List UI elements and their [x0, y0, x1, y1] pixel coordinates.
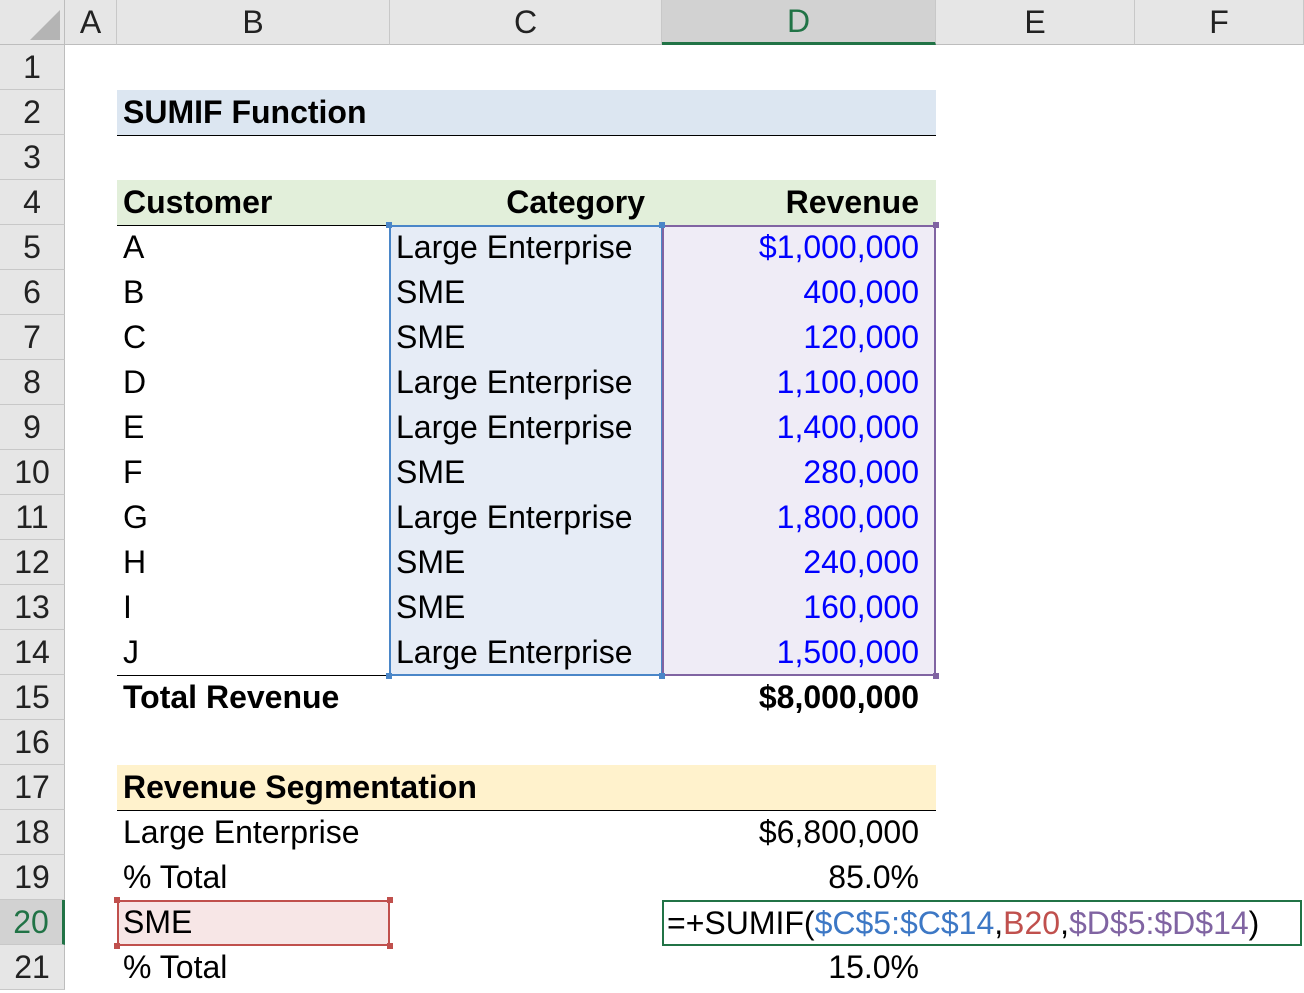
customer-cell[interactable]: D: [117, 360, 390, 405]
revenue-cell[interactable]: 1,500,000: [662, 630, 936, 675]
category-cell[interactable]: Large Enterprise: [390, 495, 662, 540]
row-header-8[interactable]: 8: [0, 360, 65, 405]
revenue-cell[interactable]: 160,000: [662, 585, 936, 630]
formula-ref-category-range[interactable]: $C$5:$C$14: [815, 905, 995, 941]
customer-cell[interactable]: F: [117, 450, 390, 495]
sme-label[interactable]: SME: [117, 900, 390, 945]
row-header-12[interactable]: 12: [0, 540, 65, 585]
row-header-13[interactable]: 13: [0, 585, 65, 630]
select-all-corner[interactable]: [0, 0, 65, 45]
row-header-15[interactable]: 15: [0, 675, 65, 720]
row-header-7[interactable]: 7: [0, 315, 65, 360]
category-cell[interactable]: SME: [390, 450, 662, 495]
select-all-triangle-icon: [30, 10, 60, 40]
row-header-14[interactable]: 14: [0, 630, 65, 675]
spreadsheet-grid[interactable]: A B C D E F 1 2 3 4 5 6 7 8 9 10 11 12 1…: [0, 0, 1304, 993]
row-header-20[interactable]: 20: [0, 900, 65, 945]
revenue-cell[interactable]: 1,800,000: [662, 495, 936, 540]
revenue-cell[interactable]: 1,400,000: [662, 405, 936, 450]
total-revenue-value[interactable]: $8,000,000: [662, 675, 936, 720]
column-header-d[interactable]: D: [662, 0, 936, 45]
customer-cell[interactable]: A: [117, 225, 390, 270]
header-category[interactable]: Category: [390, 180, 662, 225]
revenue-cell[interactable]: $1,000,000: [662, 225, 936, 270]
header-revenue[interactable]: Revenue: [662, 180, 936, 225]
customer-cell[interactable]: J: [117, 630, 390, 675]
row-header-17[interactable]: 17: [0, 765, 65, 810]
header-customer[interactable]: Customer: [117, 180, 390, 225]
large-enterprise-label[interactable]: Large Enterprise: [117, 810, 390, 855]
sheet-title[interactable]: SUMIF Function: [117, 90, 936, 135]
column-header-e[interactable]: E: [936, 0, 1135, 45]
formula-separator: ,: [994, 905, 1004, 941]
category-cell[interactable]: SME: [390, 540, 662, 585]
row-header-19[interactable]: 19: [0, 855, 65, 900]
formula-ref-sum-range[interactable]: $D$5:$D$14: [1069, 905, 1249, 941]
formula-suffix: ): [1248, 905, 1260, 941]
category-cell[interactable]: SME: [390, 585, 662, 630]
sme-pct-label[interactable]: % Total: [117, 945, 390, 990]
revenue-cell[interactable]: 120,000: [662, 315, 936, 360]
row-header-1[interactable]: 1: [0, 45, 65, 90]
customer-cell[interactable]: G: [117, 495, 390, 540]
category-cell[interactable]: SME: [390, 270, 662, 315]
column-header-c[interactable]: C: [390, 0, 662, 45]
formula-separator: ,: [1060, 905, 1069, 941]
row-header-9[interactable]: 9: [0, 405, 65, 450]
row-header-10[interactable]: 10: [0, 450, 65, 495]
row-header-5[interactable]: 5: [0, 225, 65, 270]
customer-cell[interactable]: B: [117, 270, 390, 315]
revenue-cell[interactable]: 400,000: [662, 270, 936, 315]
row-header-11[interactable]: 11: [0, 495, 65, 540]
customer-cell[interactable]: C: [117, 315, 390, 360]
row-header-16[interactable]: 16: [0, 720, 65, 765]
row-header-3[interactable]: 3: [0, 135, 65, 180]
revenue-cell[interactable]: 240,000: [662, 540, 936, 585]
customer-cell[interactable]: I: [117, 585, 390, 630]
sme-pct-value[interactable]: 15.0%: [662, 945, 936, 990]
revenue-cell[interactable]: 280,000: [662, 450, 936, 495]
row-header-2[interactable]: 2: [0, 90, 65, 135]
large-pct-label[interactable]: % Total: [117, 855, 390, 900]
revenue-cell[interactable]: 1,100,000: [662, 360, 936, 405]
category-cell[interactable]: Large Enterprise: [390, 630, 662, 675]
category-cell[interactable]: Large Enterprise: [390, 405, 662, 450]
customer-cell[interactable]: E: [117, 405, 390, 450]
column-header-b[interactable]: B: [117, 0, 390, 45]
row-header-6[interactable]: 6: [0, 270, 65, 315]
total-revenue-label[interactable]: Total Revenue: [117, 675, 390, 720]
category-cell[interactable]: Large Enterprise: [390, 225, 662, 270]
customer-cell[interactable]: H: [117, 540, 390, 585]
formula-editor[interactable]: =+SUMIF($C$5:$C$14,B20,$D$5:$D$14): [667, 900, 1259, 946]
large-pct-value[interactable]: 85.0%: [662, 855, 936, 900]
formula-ref-criteria-cell[interactable]: B20: [1003, 905, 1060, 941]
column-header-a[interactable]: A: [65, 0, 117, 45]
column-header-f[interactable]: F: [1135, 0, 1304, 45]
segmentation-title[interactable]: Revenue Segmentation: [117, 765, 936, 810]
row-header-21[interactable]: 21: [0, 945, 65, 990]
category-cell[interactable]: SME: [390, 315, 662, 360]
row-header-4[interactable]: 4: [0, 180, 65, 225]
row-header-18[interactable]: 18: [0, 810, 65, 855]
category-cell[interactable]: Large Enterprise: [390, 360, 662, 405]
large-enterprise-value[interactable]: $6,800,000: [662, 810, 936, 855]
formula-prefix: =+SUMIF(: [667, 905, 815, 941]
